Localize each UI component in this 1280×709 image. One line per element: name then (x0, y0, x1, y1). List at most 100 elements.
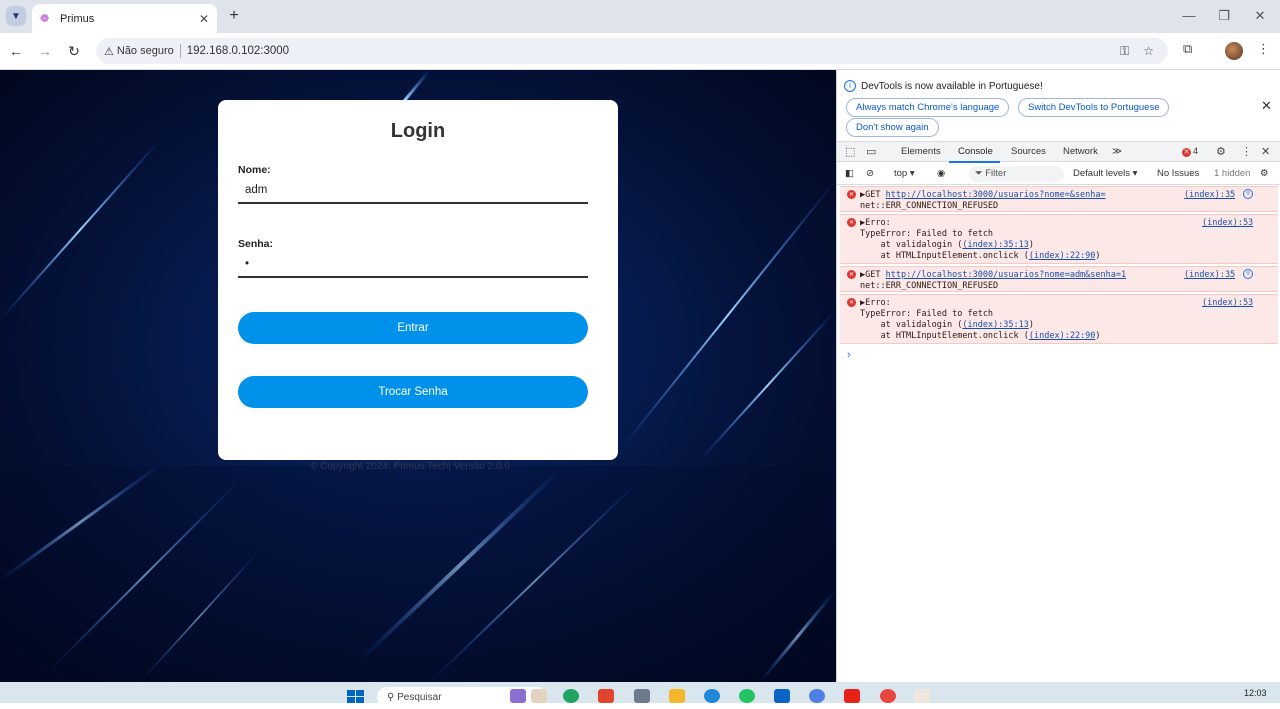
network-request-icon[interactable]: ⌾ (1243, 269, 1253, 279)
console-filter-input[interactable]: ⏷ Filter (969, 166, 1064, 182)
security-label[interactable]: Não seguro (117, 45, 174, 57)
snipping-tool-icon[interactable] (914, 689, 930, 703)
reload-icon[interactable]: ↻ (64, 41, 84, 61)
minimize-button[interactable]: — (1174, 6, 1204, 26)
outlook-icon[interactable] (774, 689, 790, 703)
source-link[interactable]: (index):53 (1202, 218, 1253, 228)
close-window-button[interactable]: ✕ (1245, 6, 1275, 26)
tab-elements[interactable]: Elements (901, 146, 941, 157)
name-input[interactable] (238, 178, 588, 204)
clear-console-icon[interactable]: ⊘ (866, 168, 874, 179)
error-count-badge[interactable]: ✕ 4 (1182, 146, 1198, 157)
source-link[interactable]: (index):35 (1184, 270, 1235, 280)
browser-menu-icon[interactable]: ⋮ (1257, 41, 1270, 57)
calculator-icon[interactable] (634, 689, 650, 703)
search-icon: ⚲ (387, 692, 398, 703)
close-icon[interactable]: ✕ (1261, 98, 1272, 114)
primus-favicon-icon: ❁ (40, 12, 50, 25)
trocar-senha-button[interactable]: Trocar Senha (238, 376, 588, 408)
tab-title: Primus (60, 12, 95, 25)
inspect-element-icon[interactable]: ⬚ (845, 145, 855, 158)
switch-portuguese-button[interactable]: Switch DevTools to Portuguese (1018, 98, 1170, 117)
more-tabs-icon[interactable]: ≫ (1112, 146, 1122, 157)
stack-link[interactable]: (index):35:13 (962, 320, 1029, 330)
tab-search-button[interactable]: ▼ (6, 6, 26, 26)
eye-icon[interactable]: ◉ (937, 168, 945, 179)
copilot-icon[interactable] (809, 689, 825, 703)
browser-tab[interactable]: ❁ Primus ✕ (32, 4, 217, 33)
banner-text: DevTools is now available in Portuguese! (861, 81, 1043, 92)
console-settings-icon[interactable]: ⚙ (1260, 168, 1269, 179)
info-icon: i (844, 80, 856, 92)
profile-avatar[interactable] (1225, 42, 1243, 60)
console-error-row[interactable]: ✕ ▶Erro: TypeError: Failed to fetch at v… (840, 214, 1278, 264)
error-icon: ✕ (847, 218, 856, 227)
console-prompt[interactable]: › (847, 349, 851, 361)
error-title: ▶Erro: (860, 218, 891, 228)
entrar-button[interactable]: Entrar (238, 312, 588, 344)
error-message: TypeError: Failed to fetch (860, 229, 994, 239)
error-icon: ✕ (847, 298, 856, 307)
context-label: top (894, 168, 908, 179)
request-url-link[interactable]: http://localhost:3000/usuarios?nome=adm&… (886, 270, 1127, 280)
context-selector[interactable]: top ▾ (894, 168, 915, 179)
sidebar-toggle-icon[interactable]: ◧ (845, 168, 854, 179)
hidden-count: 1 hidden (1214, 168, 1251, 179)
maximize-button[interactable]: ❐ (1209, 6, 1239, 26)
bookmark-star-icon[interactable]: ☆ (1143, 44, 1154, 58)
password-input[interactable] (238, 252, 588, 278)
chrome-icon[interactable] (880, 689, 896, 703)
error-count: 4 (1193, 146, 1199, 156)
tab-console[interactable]: Console (958, 146, 993, 157)
search-placeholder: Pesquisar (397, 692, 442, 703)
file-explorer-icon[interactable] (669, 689, 685, 703)
console-error-row[interactable]: ✕ ▶Erro: TypeError: Failed to fetch at v… (840, 294, 1278, 344)
widgets-icon[interactable] (510, 689, 526, 703)
stack-link[interactable]: (index):22:90 (1029, 331, 1096, 341)
dont-show-again-button[interactable]: Don't show again (846, 118, 939, 137)
new-tab-button[interactable]: + (224, 6, 244, 26)
youtube-icon[interactable] (844, 689, 860, 703)
device-toolbar-icon[interactable]: ▭ (866, 145, 876, 158)
key-icon[interactable]: ⚿ (1120, 44, 1129, 59)
match-language-button[interactable]: Always match Chrome's language (846, 98, 1010, 117)
back-arrow-icon[interactable]: ← (6, 41, 26, 61)
address-bar[interactable]: ⚠ Não seguro 192.168.0.102:3000 ⚿ ☆ (96, 38, 1168, 64)
windows-start-icon[interactable] (347, 690, 365, 703)
copyright-footer: © Copyright 2024. Primus Tech| Versão 2.… (310, 461, 510, 472)
devtools-menu-icon[interactable]: ⋮ (1241, 145, 1252, 158)
whatsapp-icon[interactable] (739, 689, 755, 703)
anydesk-icon[interactable] (598, 689, 614, 703)
console-error-row[interactable]: ✕ ▶GET http://localhost:3000/usuarios?no… (840, 266, 1278, 292)
devtools-panel: i DevTools is now available in Portugues… (836, 70, 1280, 682)
taskbar-clock[interactable]: 12:03 (1244, 688, 1267, 698)
request-line: ▶GET http://localhost:3000/usuarios?nome… (860, 190, 1106, 200)
error-title: ▶Erro: (860, 298, 891, 308)
settings-gear-icon[interactable]: ⚙ (1216, 145, 1226, 158)
url-text[interactable]: 192.168.0.102:3000 (187, 45, 1120, 57)
tab-close-icon[interactable]: ✕ (199, 12, 209, 26)
request-line: ▶GET http://localhost:3000/usuarios?nome… (860, 270, 1127, 280)
login-card: Login Nome: Senha: Entrar Trocar Senha (218, 100, 618, 460)
stack-link[interactable]: (index):35:13 (962, 240, 1029, 250)
source-link[interactable]: (index):35 (1184, 190, 1235, 200)
request-url-link[interactable]: http://localhost:3000/usuarios?nome=&sen… (886, 190, 1106, 200)
forward-arrow-icon[interactable]: → (35, 41, 55, 61)
chevron-down-icon: ▼ (11, 10, 21, 22)
photos-icon[interactable] (531, 689, 547, 703)
source-link[interactable]: (index):53 (1202, 298, 1253, 308)
omnibox-separator (179, 44, 181, 58)
tab-sources[interactable]: Sources (1011, 146, 1046, 157)
console-error-row[interactable]: ✕ ▶GET http://localhost:3000/usuarios?no… (840, 186, 1278, 212)
issues-button[interactable]: No Issues (1157, 168, 1199, 179)
log-levels-dropdown[interactable]: Default levels ▾ (1073, 168, 1137, 179)
error-detail: net::ERR_CONNECTION_REFUSED (860, 201, 999, 211)
network-request-icon[interactable]: ⌾ (1243, 189, 1253, 199)
close-devtools-icon[interactable]: ✕ (1261, 145, 1270, 158)
tab-network[interactable]: Network (1063, 146, 1098, 157)
login-title: Login (390, 120, 446, 142)
stack-link[interactable]: (index):22:90 (1029, 251, 1096, 261)
extensions-puzzle-icon[interactable]: ⧉ (1183, 41, 1192, 57)
skype-icon[interactable] (704, 689, 720, 703)
edge-icon[interactable] (563, 689, 579, 703)
